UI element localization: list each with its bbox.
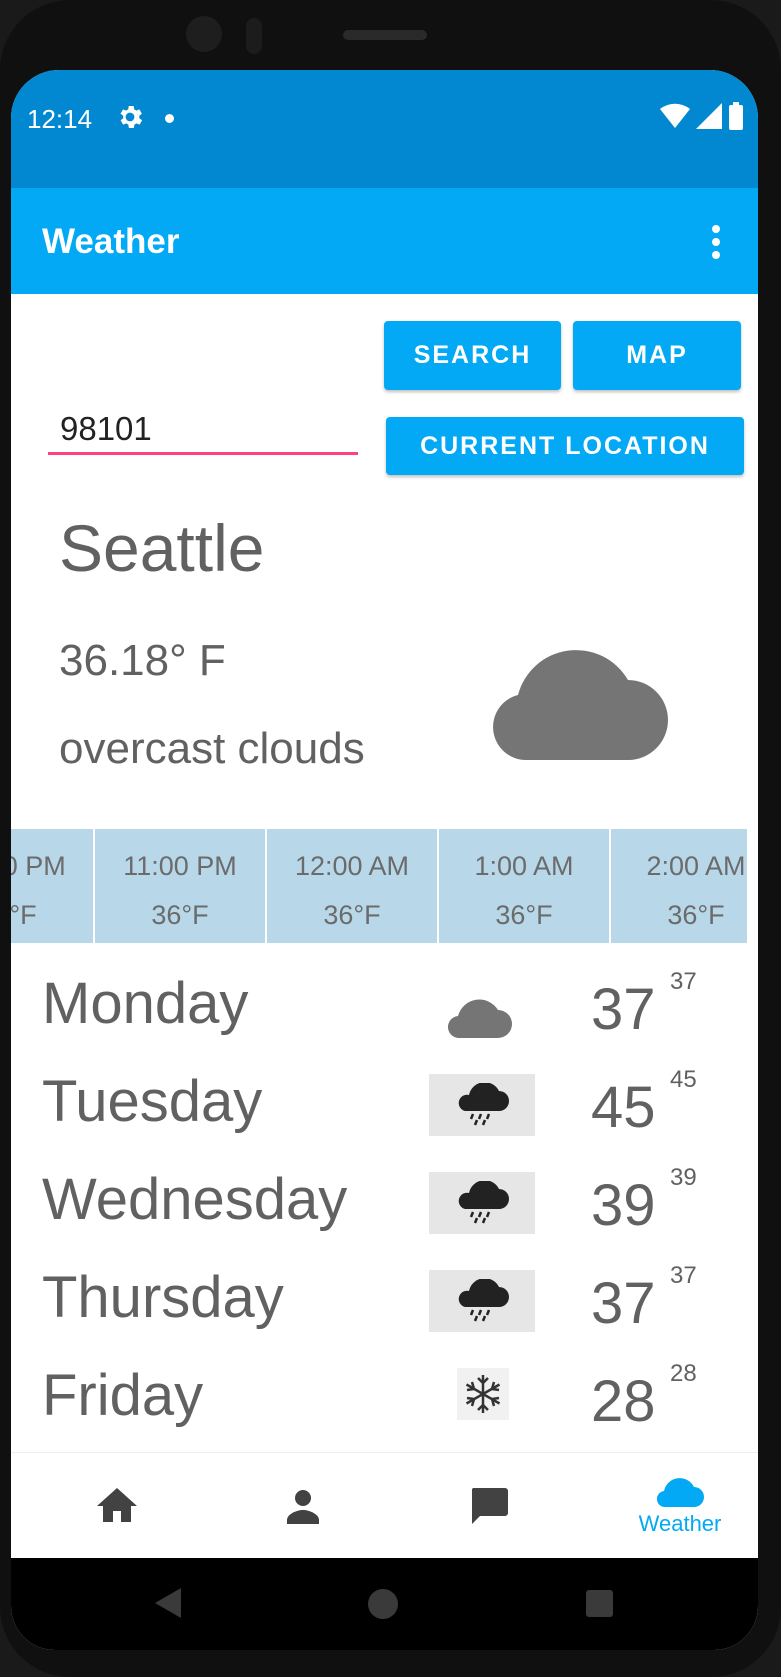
hourly-temp: 36°F: [11, 900, 37, 930]
hourly-time: 2:00 AM: [646, 851, 746, 881]
nav-weather-label: Weather: [638, 1511, 722, 1536]
daily-row: Friday 28 28: [11, 1360, 758, 1458]
nav-profile[interactable]: [253, 1453, 353, 1559]
proximity-sensor: [246, 18, 262, 54]
screen: 12:14 Weather SEARCH MAP CURRENT LOCATIO…: [11, 70, 758, 1650]
day-low-temp: 28: [670, 1360, 697, 1387]
earpiece-speaker: [343, 30, 427, 40]
phone-frame: 12:14 Weather SEARCH MAP CURRENT LOCATIO…: [0, 0, 781, 1677]
hourly-track: 10:00 PM 36°F 11:00 PM 36°F 12:00 AM 36°…: [11, 829, 747, 943]
hourly-temp: 36°F: [151, 900, 209, 930]
more-vert-icon[interactable]: [710, 224, 722, 260]
cloud-icon: [656, 1478, 704, 1507]
rain-cloud-icon: [429, 1270, 535, 1332]
hourly-item: 12:00 AM 36°F: [267, 829, 437, 943]
battery-icon: [729, 102, 743, 130]
weather-description: overcast clouds: [59, 724, 365, 773]
status-bar: 12:14: [11, 70, 758, 188]
hourly-item: 10:00 PM 36°F: [11, 829, 93, 943]
front-camera: [186, 16, 222, 52]
app-title: Weather: [42, 222, 180, 261]
search-button[interactable]: SEARCH: [384, 321, 561, 390]
signal-icon: [696, 103, 722, 129]
day-high-temp: 37: [591, 977, 656, 1042]
day-high-temp: 45: [591, 1075, 656, 1140]
zip-code-input[interactable]: [48, 405, 358, 455]
daily-row: Monday 37 37: [11, 968, 758, 1066]
nav-home[interactable]: [67, 1453, 167, 1559]
rain-cloud-icon: [429, 1074, 535, 1136]
app-bar: Weather: [11, 188, 758, 294]
wifi-icon: [660, 103, 690, 128]
nav-weather[interactable]: Weather: [605, 1453, 755, 1559]
hourly-item: 2:00 AM 36°F: [611, 829, 747, 943]
hourly-temp: 36°F: [495, 900, 553, 930]
hourly-time: 1:00 AM: [474, 851, 574, 881]
map-button[interactable]: MAP: [573, 321, 741, 390]
day-name: Tuesday: [42, 1069, 263, 1134]
person-icon: [287, 1490, 319, 1524]
day-high-temp: 28: [591, 1369, 656, 1434]
current-temperature: 36.18° F: [59, 636, 226, 685]
hourly-time: 11:00 PM: [123, 851, 237, 881]
cloud-icon: [447, 999, 512, 1039]
current-location-button[interactable]: CURRENT LOCATION: [386, 417, 744, 475]
day-low-temp: 45: [670, 1066, 697, 1093]
status-time: 12:14: [27, 104, 93, 134]
day-low-temp: 37: [670, 968, 697, 995]
home-button-icon[interactable]: [368, 1589, 398, 1619]
hourly-item: 11:00 PM 36°F: [95, 829, 265, 943]
daily-row: Tuesday 45 45: [11, 1066, 758, 1164]
system-navigation-bar: [11, 1558, 758, 1650]
recents-icon[interactable]: [586, 1590, 613, 1617]
hourly-temp: 36°F: [667, 900, 725, 930]
hourly-forecast[interactable]: 10:00 PM 36°F 11:00 PM 36°F 12:00 AM 36°…: [11, 829, 747, 943]
daily-row: Thursday 37 37: [11, 1262, 758, 1360]
nav-messages[interactable]: [439, 1453, 539, 1559]
day-name: Monday: [42, 971, 249, 1036]
hourly-time: 10:00 PM: [11, 851, 66, 881]
status-icons: [660, 102, 744, 130]
hourly-time: 12:00 AM: [294, 851, 410, 881]
city-name: Seattle: [59, 511, 265, 585]
back-icon[interactable]: [153, 1586, 183, 1620]
day-name: Wednesday: [42, 1167, 348, 1232]
notification-dot-icon: [165, 114, 174, 123]
rain-cloud-icon: [429, 1172, 535, 1234]
chat-icon: [471, 1488, 508, 1524]
cloud-icon: [493, 650, 668, 760]
bottom-navigation: Weather: [11, 1452, 758, 1559]
day-high-temp: 39: [591, 1173, 656, 1238]
home-icon: [97, 1488, 137, 1522]
snowflake-icon: [457, 1368, 509, 1420]
day-name: Thursday: [42, 1265, 284, 1330]
gear-icon: [120, 106, 143, 128]
hourly-item: 1:00 AM 36°F: [439, 829, 609, 943]
day-name: Friday: [42, 1363, 204, 1428]
hourly-temp: 36°F: [323, 900, 381, 930]
day-high-temp: 37: [591, 1271, 656, 1336]
daily-row: Wednesday 39 39: [11, 1164, 758, 1262]
day-low-temp: 37: [670, 1262, 697, 1289]
day-low-temp: 39: [670, 1164, 697, 1191]
